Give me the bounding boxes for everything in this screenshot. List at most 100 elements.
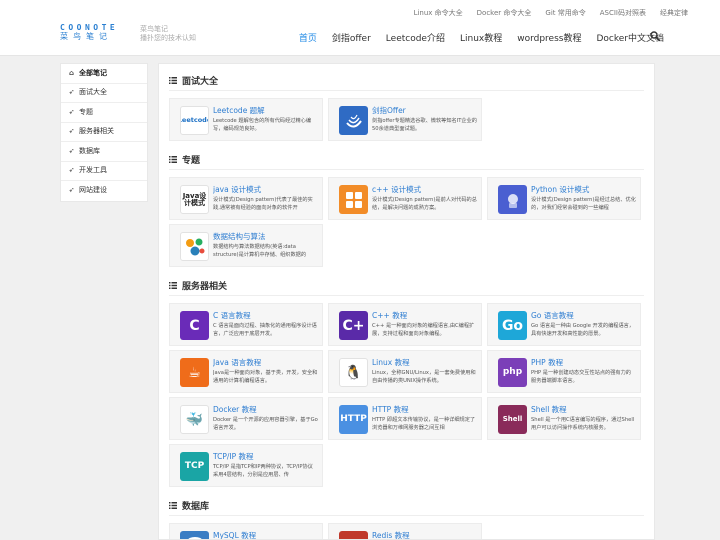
top-link[interactable]: 经典定律 [660,8,688,18]
section-title: 服务器相关 [169,279,227,292]
sidebar-item-label: 数据库 [79,146,100,155]
course-card[interactable]: 数据结构与算法 数据结构与算法数据结构(英语:data structure)是计算… [169,224,323,267]
section-divider [169,169,644,170]
sidebar-item[interactable]: ➶ 面试大全 [61,84,147,103]
list-icon [169,156,177,163]
tcp-ip-icon: TCP [180,452,209,481]
card-title[interactable]: Java 语言教程 [213,357,318,368]
top-link[interactable]: Linux 命令大全 [414,8,463,18]
card-title[interactable]: java 设计模式 [213,184,318,195]
cpp-icon: C+ [339,311,368,340]
go-icon: Go [498,311,527,340]
course-card[interactable]: Java设计模式 java 设计模式 设计模式(Design pattern)代表了… [169,177,323,220]
card-icon-text: ☕ [188,364,201,381]
redis-icon [339,531,368,539]
card-title[interactable]: Docker 教程 [213,404,318,415]
paper-plane-icon: ➶ [68,107,75,116]
card-title[interactable]: C 语言教程 [213,310,318,321]
card-title[interactable]: Python 设计模式 [531,184,636,195]
card-icon-text: C+ [342,317,365,334]
slogan-line1: 菜鸟笔记 [140,25,168,33]
top-link[interactable]: ASCII码对照表 [600,8,646,18]
card-icon-text: HTTP [340,414,367,424]
sidebar-item-label: 开发工具 [79,166,107,174]
course-card[interactable]: MySQL 教程MySQL 是一种开放源代码的关系型数据库管理系统(RDBMS)… [169,523,323,539]
course-card[interactable]: Python 设计模式 设计模式(Design pattern)是经过总结、优化的… [487,177,641,220]
card-description: C++ 是一种面向对象的编程语言,由C编程扩展，支持过程和面向对象编程。 [372,323,475,337]
paper-plane-icon: ➶ [68,166,75,174]
list-icon [169,282,177,289]
top-link[interactable]: Git 常用命令 [545,8,585,18]
sidebar-item[interactable]: ➶ 专题 [61,103,147,123]
main-content: 面试大全 Leetcode Leetcode 题解 Leetcode 题解包含的所有代… [158,63,655,540]
leetcode-icon: Leetcode [180,106,209,135]
card-title[interactable]: PHP 教程 [531,357,636,368]
course-card[interactable]: 🐧 Linux 教程 Linux，全称GNU/Linux，是一套免费使用和自由传播的… [328,350,482,393]
card-icon-text: Shell [502,415,523,423]
sidebar-item-label: 专题 [79,107,93,116]
card-title[interactable]: 数据结构与算法 [213,231,318,242]
sidebar-item[interactable]: ➶ 网站建设 [61,181,147,201]
docker-whale-icon: 🐳 [180,405,209,434]
paper-plane-icon: ➶ [68,127,75,135]
nav-item[interactable]: Linux教程 [460,31,502,44]
course-card[interactable]: Redis 教程一个高性能的内存key-value数据库。 [328,523,482,539]
course-card[interactable]: Go Go 语言教程 Go 语言是一种由 Google 开发的编程语言，具有快速开发… [487,303,641,346]
top-link[interactable]: Docker 命令大全 [477,8,532,18]
nav-item[interactable]: Leetcode介绍 [386,31,445,44]
course-card[interactable]: c++ 设计模式 设计模式(Design pattern)是前人对代码的总结，是解… [328,177,482,220]
main-nav: 首页 剑指offer Leetcode介绍 Linux教程 wordpress教程 Doc… [299,31,664,44]
section-title: 面试大全 [169,74,218,87]
card-title[interactable]: HTTP 教程 [372,404,477,415]
card-icon-text: 🐳 [185,411,204,428]
nav-item[interactable]: 首页 [299,31,317,44]
section-title: 数据库 [169,499,209,512]
nav-item[interactable]: wordpress教程 [517,31,581,44]
sidebar-item[interactable]: ➶ 服务器相关 [61,123,147,142]
course-card[interactable]: 剑指Offer 剑指offer专题精选谷歌、微软等知名IT企业的50余道典型面试题… [328,98,482,141]
card-title[interactable]: C++ 教程 [372,310,477,321]
card-description: 设计模式(Design pattern)是经过总结、优化的，对我们经常会碰到的一… [531,197,636,211]
card-description: 设计模式(Design pattern)代表了最佳的实践,通常被有经验的面向对象… [213,197,313,211]
list-icon [169,77,177,84]
section-title-text: 服务器相关 [182,282,228,292]
php-elephant-icon: php [498,358,527,387]
sidebar-item[interactable]: ➶ 数据库 [61,142,147,162]
card-title[interactable]: Leetcode 题解 [213,105,318,116]
sidebar-item[interactable]: ➶ 开发工具 [61,162,147,181]
card-icon-text: C [189,317,200,334]
site-logo[interactable]: COONOTE 菜鸟笔记 菜鸟笔记 播扑您的技术认知 [60,24,196,44]
course-card[interactable]: Shell Shell 教程 Shell 是一个用C语言编写的程序，通过Shell用… [487,397,641,440]
course-card[interactable]: ☕ Java 语言教程 Java是一种面向对象，基于类，开发，安全和通用的计算机编程… [169,350,323,393]
card-title[interactable]: MySQL 教程 [213,530,318,539]
card-icon-text: Leetcode [181,116,208,125]
card-title[interactable]: TCP/IP 教程 [213,451,318,462]
section-title-text: 专题 [182,156,201,166]
course-card[interactable]: Leetcode Leetcode 题解 Leetcode 题解包含的所有代码经过精… [169,98,323,141]
card-title[interactable]: 剑指Offer [372,105,477,116]
card-icon-text: Go [501,317,524,334]
card-title[interactable]: Shell 教程 [531,404,636,415]
card-title[interactable]: c++ 设计模式 [372,184,477,195]
card-description: C 语言是面向过程、抽象化的通用程序设计语言，广泛应用于底层开发。 [213,323,317,337]
card-description: HTTP 即超文本传输协议，是一种详细规定了浏览器和万维网服务器之间互相 [372,417,476,431]
course-card[interactable]: C C 语言教程 C 语言是面向过程、抽象化的通用程序设计语言，广泛应用于底层开发。 [169,303,323,346]
search-icon[interactable] [650,31,660,41]
course-card[interactable]: php PHP 教程 PHP 是一种创建动态交互性站点的强有力的服务器端脚本语言。 [487,350,641,393]
course-card[interactable]: HTTP HTTP 教程 HTTP 即超文本传输协议，是一种详细规定了浏览器和万维网… [328,397,482,440]
card-icon-text: Java设计模式 [182,191,207,207]
card-title[interactable]: Linux 教程 [372,357,477,368]
site-header: Linux 命令大全 Docker 命令大全 Git 常用命令 ASCII码对照表 经典… [0,0,720,56]
card-title[interactable]: Go 语言教程 [531,310,636,321]
card-title[interactable]: Redis 教程 [372,530,477,539]
sidebar-item-label: 网站建设 [79,186,107,194]
mysql-database-icon [180,531,209,539]
nav-item[interactable]: 剑指offer [332,31,371,44]
sidebar-item[interactable]: ⌂ 全部笔记 [61,64,147,84]
course-card[interactable]: C+ C++ 教程 C++ 是一种面向对象的编程语言,由C编程扩展，支持过程和面向对… [328,303,482,346]
card-description: Java是一种面向对象，基于类，开发，安全和通用的计算机编程语言。 [213,370,318,384]
course-card[interactable]: TCP TCP/IP 教程 TCP/IP 是指TCP和IP两种协议，TCP/IP协议… [169,444,323,487]
course-card[interactable]: 🐳 Docker 教程 Docker 是一个开源的应用容器引擎，基于Go语言开发。 [169,397,323,440]
logo-mark: COONOTE 菜鸟笔记 [60,24,130,44]
python-pattern-icon [498,185,527,214]
